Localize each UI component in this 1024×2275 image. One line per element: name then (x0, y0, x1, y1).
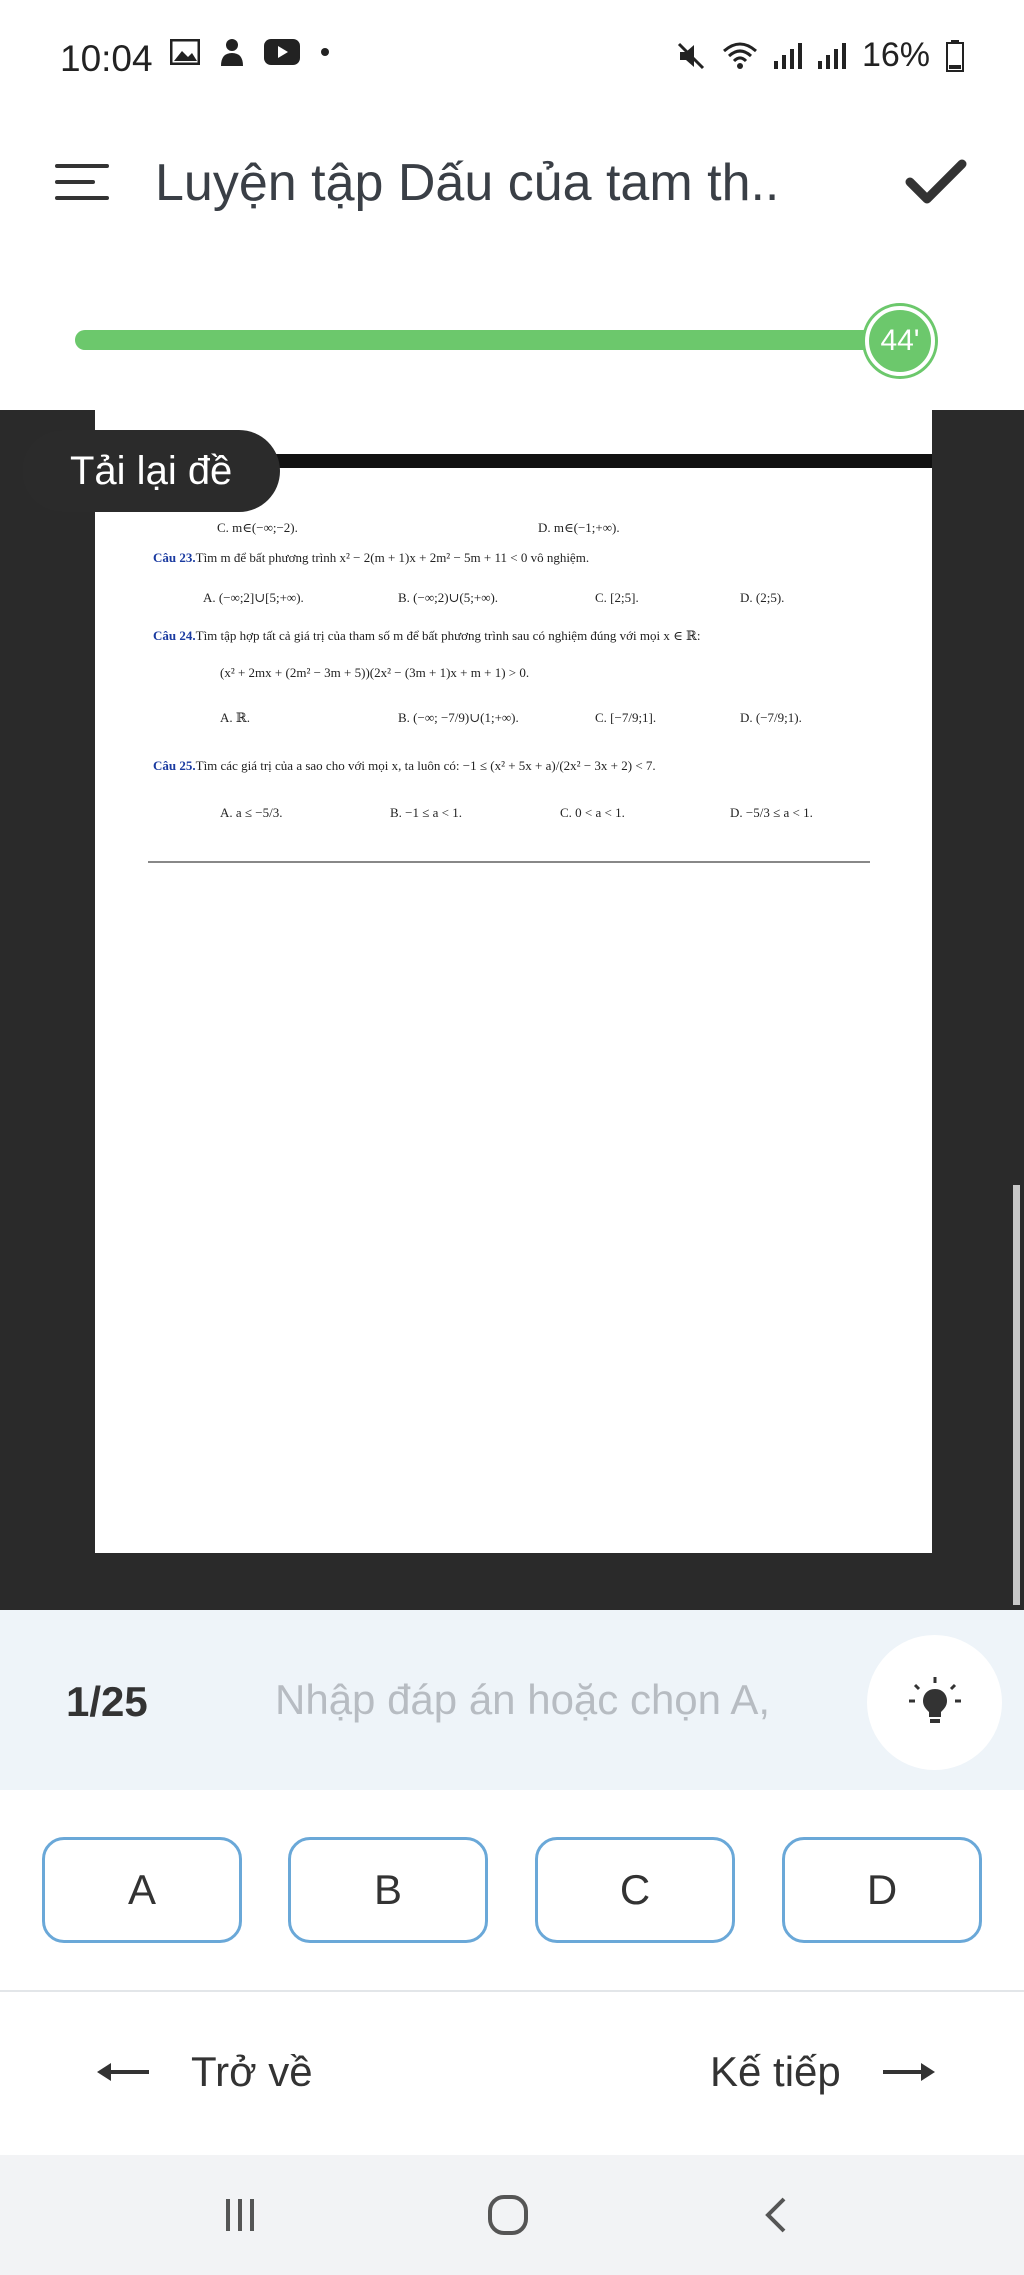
timer-badge: 44' (865, 306, 935, 376)
submit-button[interactable] (905, 157, 967, 207)
next-button[interactable]: Kế tiếp (710, 2032, 937, 2112)
question-24: Câu 24.Tìm tập hợp tất cả giá trị của th… (153, 628, 700, 644)
answer-input[interactable] (275, 1660, 815, 1740)
scrollbar-thumb[interactable] (1013, 1185, 1020, 1605)
option-text: C. [2;5]. (595, 590, 639, 605)
hint-button[interactable] (867, 1635, 1002, 1770)
question-nav: Trở về Kế tiếp (0, 1992, 1024, 2152)
reload-exam-button[interactable]: Tải lại đề (22, 430, 281, 512)
app-header: Luyện tập Dấu của tam th.. (0, 115, 1024, 260)
dot-icon (321, 48, 329, 56)
answer-bar: 1/25 (0, 1610, 1024, 1790)
status-left-icons (170, 38, 330, 66)
option-text: B. (−∞;2)∪(5;+∞). (398, 590, 499, 605)
menu-button[interactable] (55, 160, 109, 206)
person-icon (221, 39, 243, 66)
exam-page: C. m∈(−∞;−2). D. m∈(−1;+∞). Câu 23.Tìm m… (95, 410, 932, 1553)
question-text: Tìm các giá trị của a sao cho với mọi x,… (195, 758, 656, 773)
status-time: 10:04 (60, 38, 153, 79)
signal-icon (817, 42, 846, 69)
check-icon (905, 159, 967, 204)
choice-buttons: A B C D (0, 1790, 1024, 1990)
menu-icon (55, 180, 95, 184)
question-counter: 1/25 (66, 1678, 148, 1725)
lightbulb-icon (908, 1676, 961, 1723)
end-rule (148, 861, 870, 863)
question-number: Câu 23. (153, 550, 196, 565)
question-text: Tìm m để bất phương trình x² − 2(m + 1)x… (195, 550, 590, 565)
choice-d-button[interactable]: D (782, 1837, 982, 1943)
recent-apps-icon (226, 2199, 254, 2231)
option-text: C. [−7/9;1]. (595, 710, 657, 725)
choice-b-button[interactable]: B (288, 1837, 488, 1943)
question-23: Câu 23.Tìm m để bất phương trình x² − 2(… (153, 550, 589, 566)
question-number: Câu 24. (153, 628, 196, 643)
back-label: Trở về (191, 2048, 313, 2095)
option-text: A. a ≤ −5/3. (220, 805, 283, 820)
home-icon (488, 2195, 528, 2235)
wifi-icon (722, 42, 757, 69)
status-bar: 10:04 16% (0, 0, 1024, 115)
system-nav-bar (0, 2155, 1024, 2275)
option-text: B. (−∞; −7/9)∪(1;+∞). (398, 710, 519, 725)
arrow-left-icon (97, 2063, 149, 2081)
question-text: Tìm tập hợp tất cả giá trị của tham số m… (195, 628, 701, 643)
question-number: Câu 25. (153, 758, 196, 773)
option-text: D. (−7/9;1). (740, 710, 802, 725)
battery-percent: 16% (861, 36, 930, 74)
back-button[interactable]: Trở về (95, 2032, 313, 2112)
recent-apps-button[interactable] (200, 2185, 280, 2245)
document-viewer[interactable]: C. m∈(−∞;−2). D. m∈(−1;+∞). Câu 23.Tìm m… (0, 410, 1024, 1610)
signal-icon (773, 42, 802, 69)
arrow-right-icon (882, 2063, 935, 2081)
battery-icon (946, 39, 964, 72)
question-expression: (x² + 2mx + (2m² − 3m + 5))(2x² − (3m + … (220, 665, 530, 680)
option-text: C. 0 < a < 1. (560, 805, 625, 820)
next-label: Kế tiếp (710, 2048, 841, 2095)
menu-icon (55, 164, 109, 168)
option-text: A. ℝ. (220, 710, 250, 725)
option-text: D. −5/3 ≤ a < 1. (730, 805, 813, 820)
option-text: B. −1 ≤ a < 1. (390, 805, 462, 820)
youtube-icon (264, 39, 300, 65)
progress-fill (75, 330, 935, 350)
mute-icon (677, 42, 704, 69)
image-icon (170, 39, 200, 65)
option-text: C. m∈(−∞;−2). (217, 520, 298, 535)
home-button[interactable] (468, 2185, 548, 2245)
status-right-icons: 16% (676, 36, 964, 75)
time-progress-bar (75, 330, 935, 350)
option-text: D. (2;5). (740, 590, 785, 605)
page-title: Luyện tập Dấu của tam th.. (155, 154, 780, 212)
option-text: A. (−∞;2]∪[5;+∞). (203, 590, 304, 605)
page-top-rule (255, 454, 932, 468)
option-text: D. m∈(−1;+∞). (538, 520, 620, 535)
chevron-left-icon (765, 2197, 786, 2233)
system-back-button[interactable] (735, 2185, 815, 2245)
question-25: Câu 25.Tìm các giá trị của a sao cho với… (153, 758, 656, 774)
choice-c-button[interactable]: C (535, 1837, 735, 1943)
choice-a-button[interactable]: A (42, 1837, 242, 1943)
menu-icon (55, 196, 109, 200)
